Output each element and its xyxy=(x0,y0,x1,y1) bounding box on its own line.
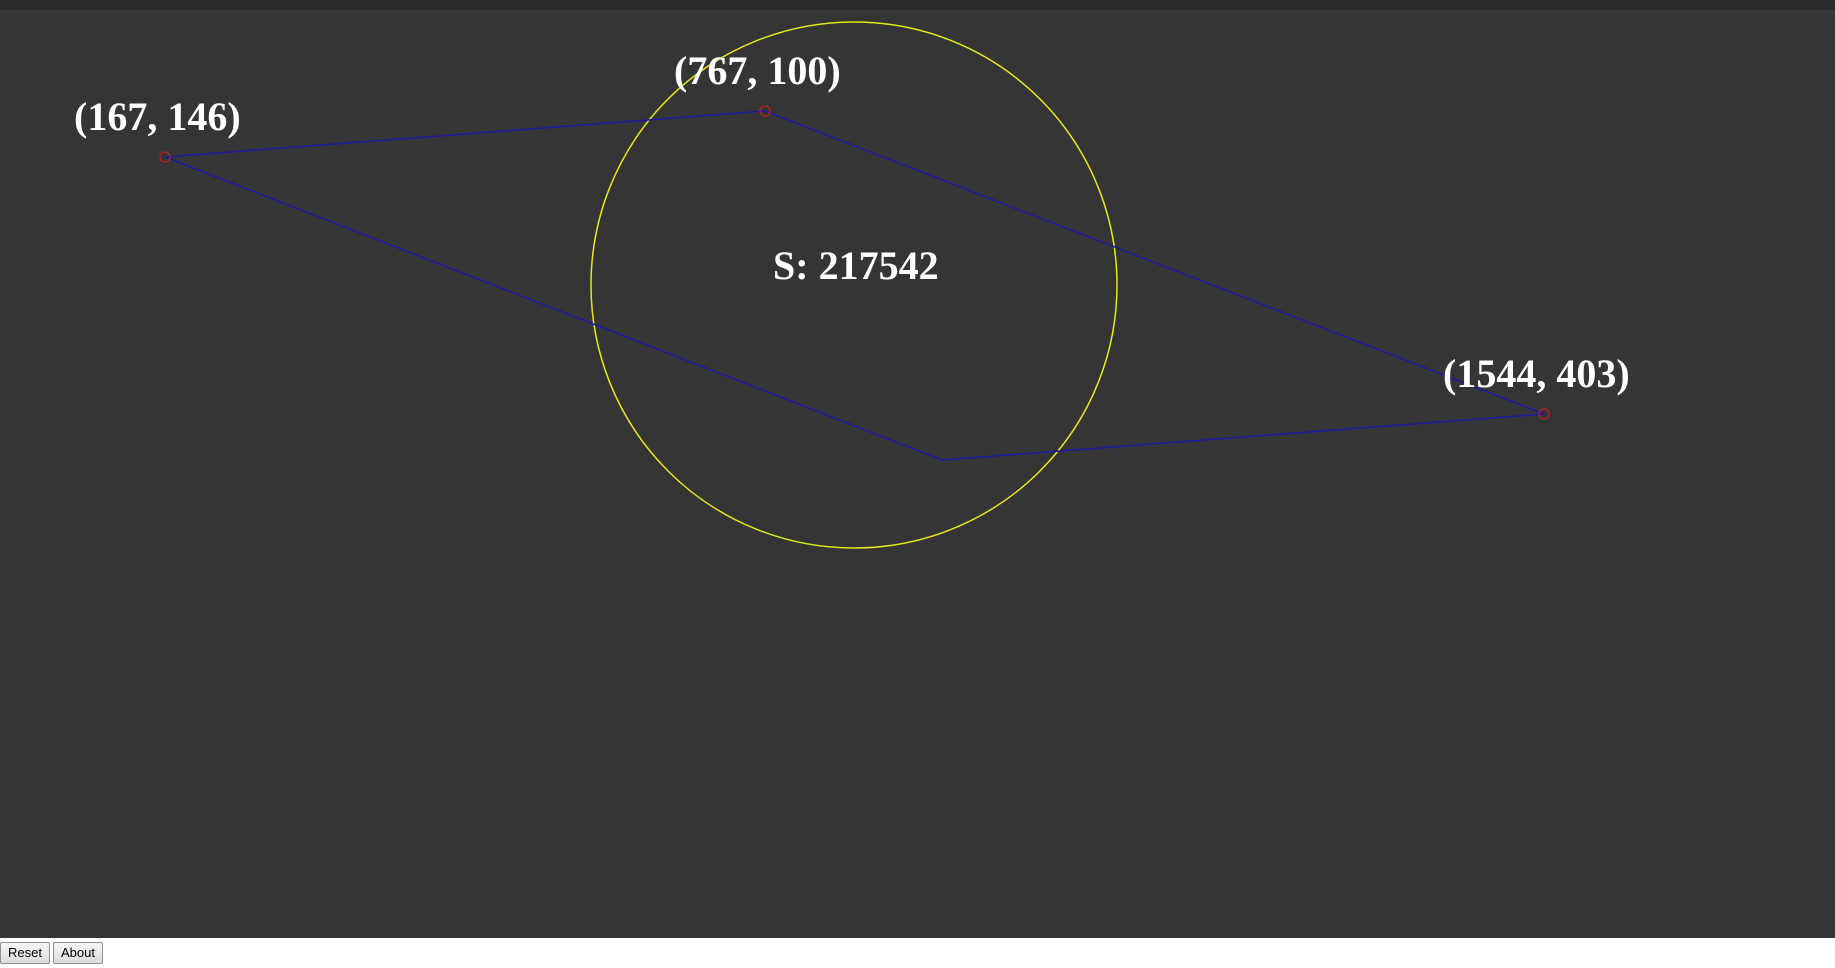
vertex-label-2: (767, 100) xyxy=(674,48,841,93)
drawing-canvas[interactable]: (167, 146) (767, 100) (1544, 403) S: 217… xyxy=(0,11,1835,938)
area-label: S: 217542 xyxy=(773,243,939,288)
top-strip xyxy=(0,0,1835,11)
about-button[interactable]: About xyxy=(53,942,103,964)
canvas-svg[interactable]: (167, 146) (767, 100) (1544, 403) S: 217… xyxy=(0,11,1835,938)
button-bar: Reset About xyxy=(0,939,1835,968)
vertex-label-1: (167, 146) xyxy=(74,94,241,139)
reset-button[interactable]: Reset xyxy=(0,942,50,964)
vertex-label-3: (1544, 403) xyxy=(1443,351,1630,396)
